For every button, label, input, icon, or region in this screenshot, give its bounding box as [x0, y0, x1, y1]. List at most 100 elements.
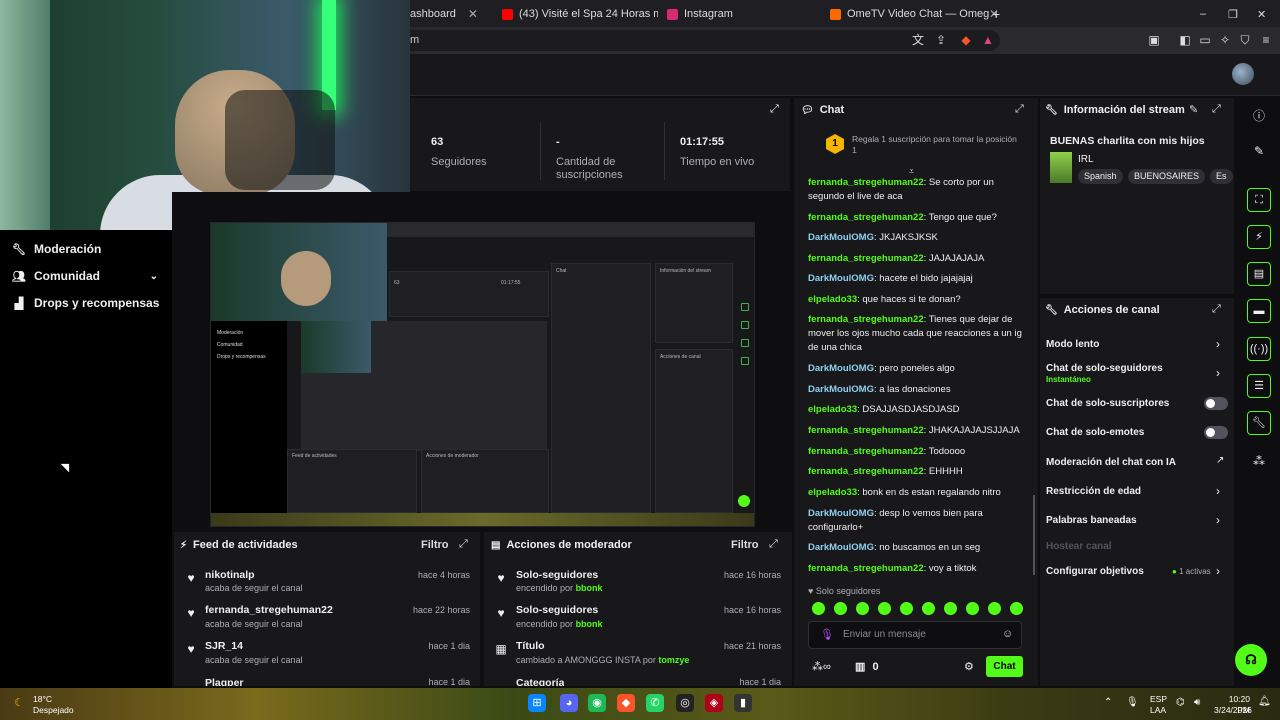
headset-icon[interactable]: ☊ — [1235, 644, 1267, 676]
sidebar-item-drops[interactable]: ▟ Drops y recompensas — [12, 296, 160, 310]
translate-icon[interactable]: 文 — [910, 32, 926, 48]
sidebar-item-moderacion[interactable]: 🔧︎ Moderación — [12, 242, 101, 256]
microphone-icon[interactable]: 🎙︎ — [820, 628, 834, 641]
windows-start-icon[interactable]: ⊞ — [528, 694, 546, 712]
lang-indicator[interactable]: ESP — [1150, 694, 1167, 705]
activity-user[interactable]: Plagper — [205, 677, 244, 686]
activity-user[interactable]: fernanda_stregehuman22 — [205, 604, 333, 616]
maximize-icon[interactable]: ❐ — [1228, 3, 1242, 25]
chat-username[interactable]: elpelado33 — [808, 487, 857, 498]
close-window-icon[interactable]: ✕ — [1257, 3, 1271, 25]
screen-icon[interactable]: ⛶ — [1247, 188, 1271, 212]
share-icon[interactable]: ⇪ — [933, 32, 949, 48]
chevron-right-icon[interactable]: › — [1216, 564, 1220, 578]
volume-icon[interactable]: 🔊︎ — [1194, 697, 1200, 708]
tab-ometv[interactable]: OmeTV Video Chat — Omegle Rand — [830, 3, 990, 25]
external-link-icon[interactable]: ↗ — [1216, 455, 1224, 466]
clock-date[interactable]: 3/24/2026 — [1214, 705, 1252, 716]
emote-icon[interactable] — [878, 602, 891, 615]
chevron-right-icon[interactable]: › — [1216, 337, 1220, 351]
chat-bubble-icon[interactable]: ▬ — [1247, 299, 1271, 323]
expand-icon[interactable]: ⤢ — [770, 103, 779, 116]
expand-icon[interactable]: ⤢ — [769, 538, 778, 551]
tag[interactable]: Spanish — [1078, 169, 1123, 184]
broadcast-icon[interactable]: ((·)) — [1247, 337, 1271, 361]
emote-icon[interactable] — [922, 602, 935, 615]
chevron-right-icon[interactable]: › — [1216, 484, 1220, 498]
action-configurar-objetivos[interactable]: Configurar objetivos — [1046, 566, 1144, 577]
bolt-icon[interactable]: ⚡︎ — [1247, 225, 1271, 249]
chat-username[interactable]: DarkMoulOMG — [808, 384, 874, 395]
chat-username[interactable]: fernanda_stregehuman22 — [808, 563, 924, 574]
chat-username[interactable]: fernanda_stregehuman22 — [808, 314, 924, 325]
app-icon[interactable]: ▮ — [734, 694, 752, 712]
chat-username[interactable]: fernanda_stregehuman22 — [808, 425, 924, 436]
tab-dashboard[interactable]: ashboard ✕ — [410, 3, 490, 25]
activity-user[interactable]: nikotinalp — [205, 569, 255, 581]
toggle-switch[interactable] — [1204, 397, 1228, 410]
vpn-icon[interactable]: ⛉ — [1237, 32, 1253, 48]
action-moderacion-ia[interactable]: Moderación del chat con IA — [1046, 457, 1176, 468]
chat-username[interactable]: DarkMoulOMG — [808, 542, 874, 553]
chat-username[interactable]: fernanda_stregehuman22 — [808, 446, 924, 457]
toggle-switch[interactable] — [1204, 426, 1228, 439]
chat-username[interactable]: DarkMoulOMG — [808, 508, 874, 519]
users-icon[interactable]: ⁂∞ — [812, 660, 831, 673]
expand-icon[interactable]: ⤢ — [1015, 103, 1024, 116]
tab-youtube[interactable]: (43) Visité el Spa 24 Horas más Lujos — [502, 3, 658, 25]
emote-icon[interactable] — [966, 602, 979, 615]
chevron-right-icon[interactable]: › — [1216, 513, 1220, 527]
menu-icon[interactable]: ≡ — [1258, 32, 1274, 48]
whatsapp-icon[interactable]: ✆ — [646, 694, 664, 712]
screenshot-icon[interactable]: ▣ — [1146, 32, 1162, 48]
spotify-icon[interactable]: ◉ — [588, 694, 606, 712]
action-modo-lento[interactable]: Modo lento — [1046, 339, 1099, 350]
pen-icon[interactable]: ✎ — [1250, 144, 1268, 158]
info-icon[interactable]: ⓘ — [1250, 107, 1268, 124]
chat-username[interactable]: DarkMoulOMG — [808, 273, 874, 284]
brave-shield-icon[interactable]: ◆ — [958, 32, 974, 48]
chevron-up-icon[interactable]: ⌃ — [1104, 697, 1112, 708]
chat-username[interactable]: fernanda_stregehuman22 — [808, 253, 924, 264]
wrench-icon[interactable]: 🔧︎ — [1247, 411, 1271, 435]
emoji-icon[interactable]: ☺ — [1002, 628, 1013, 640]
expand-icon[interactable]: ⤢ — [1212, 103, 1221, 116]
edit-icon[interactable]: ✎ — [1189, 103, 1198, 116]
wallet-icon[interactable]: ▭ — [1197, 32, 1213, 48]
avatar[interactable] — [1232, 63, 1254, 85]
chat-input[interactable]: Enviar un mensaje — [808, 621, 1022, 649]
expand-icon[interactable]: ⤢ — [1212, 303, 1221, 316]
action-palabras-baneadas[interactable]: Palabras baneadas — [1046, 515, 1137, 526]
send-chat-button[interactable]: Chat — [986, 656, 1023, 677]
tag[interactable]: Es — [1210, 169, 1233, 184]
filter-button[interactable]: Filtro — [731, 539, 759, 551]
chat-username[interactable]: fernanda_stregehuman22 — [808, 177, 924, 188]
emote-icon[interactable] — [834, 602, 847, 615]
expand-icon[interactable]: ⤢ — [459, 538, 468, 551]
chevron-right-icon[interactable]: › — [1216, 366, 1220, 380]
emote-icon[interactable] — [900, 602, 913, 615]
tab-instagram[interactable]: Instagram — [667, 3, 817, 25]
brave-icon[interactable]: ◆ — [617, 694, 635, 712]
rewards-icon[interactable]: ▲ — [980, 32, 996, 48]
filter-button[interactable]: Filtro — [421, 539, 449, 551]
app-icon[interactable]: ◈ — [705, 694, 723, 712]
chat-scrollbar[interactable] — [1033, 495, 1035, 575]
microphone-icon[interactable]: 🎙︎ — [1126, 697, 1139, 708]
document-icon[interactable]: ▤ — [1247, 262, 1271, 286]
emote-icon[interactable] — [812, 602, 825, 615]
action-restriccion-edad[interactable]: Restricción de edad — [1046, 486, 1141, 497]
sidebar-item-comunidad[interactable]: 👥︎ Comunidad ⌄ — [12, 269, 158, 283]
network-icon[interactable]: ⌬ — [1176, 697, 1185, 708]
list-icon[interactable]: ☰ — [1247, 374, 1271, 398]
chat-username[interactable]: fernanda_stregehuman22 — [808, 212, 924, 223]
emote-icon[interactable] — [856, 602, 869, 615]
gift-sub-banner[interactable]: 1 Regala 1 suscripción para tomar la pos… — [822, 134, 1022, 164]
chat-username[interactable]: elpelado33 — [808, 294, 857, 305]
notification-icon[interactable]: 🔔︎ — [1258, 696, 1271, 707]
activity-user[interactable]: SJR_14 — [205, 640, 243, 652]
url-input[interactable]: m — [380, 30, 1000, 51]
sidebar-toggle-icon[interactable]: ◧ — [1177, 32, 1193, 48]
emote-icon[interactable] — [1010, 602, 1023, 615]
leo-ai-icon[interactable]: ✧ — [1217, 32, 1233, 48]
